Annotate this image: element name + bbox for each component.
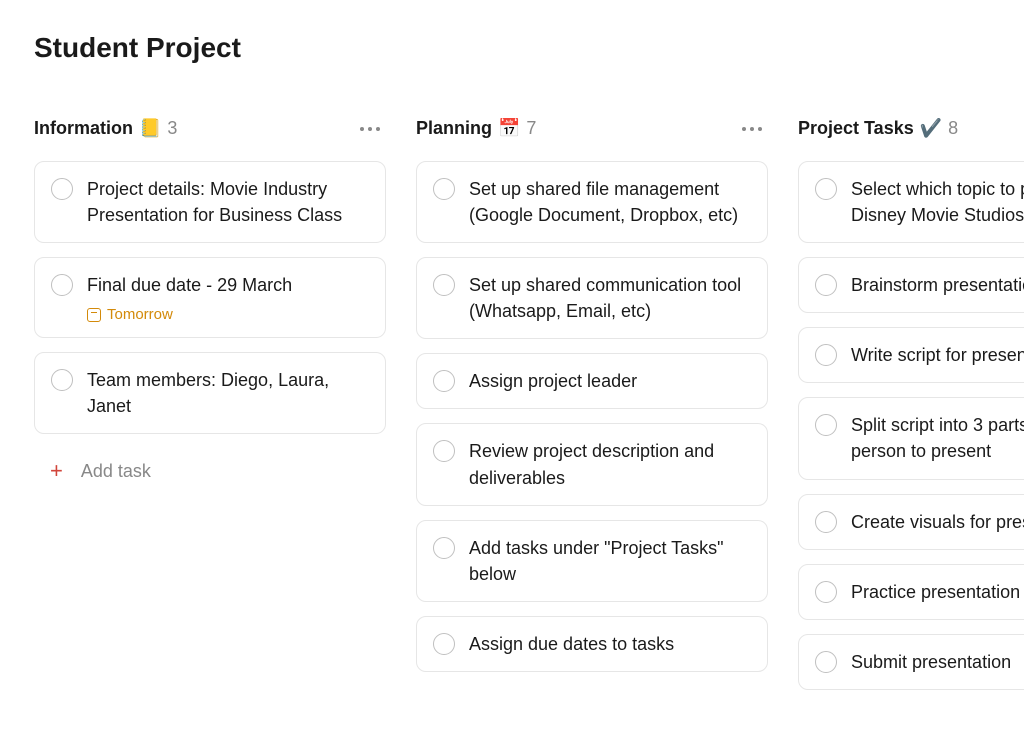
- task-checkbox[interactable]: [815, 414, 837, 436]
- task-checkbox[interactable]: [433, 370, 455, 392]
- task-title: Set up shared communication tool (Whatsa…: [469, 272, 751, 324]
- task-title: Review project description and deliverab…: [469, 438, 751, 490]
- task-title: Submit presentation: [851, 649, 1011, 675]
- task-checkbox[interactable]: [815, 344, 837, 366]
- add-task-label: Add task: [81, 461, 151, 482]
- column-title: Planning: [416, 118, 492, 139]
- task-title: Final due date - 29 March: [87, 272, 292, 298]
- task-card[interactable]: Review project description and deliverab…: [416, 423, 768, 505]
- task-checkbox[interactable]: [815, 511, 837, 533]
- task-card[interactable]: Practice presentation: [798, 564, 1024, 620]
- task-checkbox[interactable]: [433, 440, 455, 462]
- task-card[interactable]: Create visuals for presentation: [798, 494, 1024, 550]
- task-card[interactable]: Set up shared communication tool (Whatsa…: [416, 257, 768, 339]
- task-checkbox[interactable]: [433, 274, 455, 296]
- task-title: Project details: Movie Industry Presenta…: [87, 176, 369, 228]
- task-body: Assign project leader: [469, 368, 637, 394]
- add-task-button[interactable]: + Add task: [34, 448, 386, 494]
- task-card[interactable]: Brainstorm presentation ideas: [798, 257, 1024, 313]
- more-menu-icon[interactable]: [742, 127, 768, 131]
- task-body: Split script into 3 parts for each perso…: [851, 412, 1024, 464]
- column-title: Information: [34, 118, 133, 139]
- task-card[interactable]: Submit presentation: [798, 634, 1024, 690]
- column-count: 8: [948, 118, 958, 139]
- task-card[interactable]: Add tasks under "Project Tasks" below: [416, 520, 768, 602]
- task-checkbox[interactable]: [51, 369, 73, 391]
- task-card[interactable]: Set up shared file management (Google Do…: [416, 161, 768, 243]
- task-checkbox[interactable]: [433, 178, 455, 200]
- task-checkbox[interactable]: [815, 178, 837, 200]
- task-checkbox[interactable]: [815, 651, 837, 673]
- column-header: Project Tasks ✔️ 8: [798, 118, 1024, 139]
- task-body: Team members: Diego, Laura, Janet: [87, 367, 369, 419]
- task-title: Practice presentation: [851, 579, 1020, 605]
- more-menu-icon[interactable]: [360, 127, 386, 131]
- task-card[interactable]: Project details: Movie Industry Presenta…: [34, 161, 386, 243]
- column-header: Planning 📅 7: [416, 118, 768, 139]
- task-card[interactable]: Team members: Diego, Laura, Janet: [34, 352, 386, 434]
- column-title: Project Tasks: [798, 118, 914, 139]
- task-card[interactable]: Assign project leader: [416, 353, 768, 409]
- task-body: Final due date - 29 March Tomorrow: [87, 272, 292, 323]
- task-body: Practice presentation: [851, 579, 1020, 605]
- task-due: Tomorrow: [87, 306, 292, 323]
- task-checkbox[interactable]: [433, 537, 455, 559]
- task-title: Assign project leader: [469, 368, 637, 394]
- task-body: Project details: Movie Industry Presenta…: [87, 176, 369, 228]
- task-body: Review project description and deliverab…: [469, 438, 751, 490]
- task-card[interactable]: Split script into 3 parts for each perso…: [798, 397, 1024, 479]
- column-emoji-icon: 📒: [139, 118, 161, 139]
- task-checkbox[interactable]: [815, 274, 837, 296]
- column: Information 📒 3 Project details: Movie Indu…: [34, 118, 386, 704]
- plus-icon: +: [50, 460, 63, 482]
- calendar-icon: [87, 308, 101, 322]
- task-checkbox[interactable]: [433, 633, 455, 655]
- task-title: Assign due dates to tasks: [469, 631, 674, 657]
- column-emoji-icon: 📅: [498, 118, 520, 139]
- task-title: Set up shared file management (Google Do…: [469, 176, 751, 228]
- task-title: Select which topic to present: Disney Mo…: [851, 176, 1024, 228]
- task-title: Add tasks under "Project Tasks" below: [469, 535, 751, 587]
- task-body: Brainstorm presentation ideas: [851, 272, 1024, 298]
- task-checkbox[interactable]: [51, 274, 73, 296]
- task-body: Select which topic to present: Disney Mo…: [851, 176, 1024, 228]
- task-body: Submit presentation: [851, 649, 1011, 675]
- task-body: Add tasks under "Project Tasks" below: [469, 535, 751, 587]
- task-body: Set up shared communication tool (Whatsa…: [469, 272, 751, 324]
- task-card[interactable]: Select which topic to present: Disney Mo…: [798, 161, 1024, 243]
- task-body: Set up shared file management (Google Do…: [469, 176, 751, 228]
- board: Information 📒 3 Project details: Movie Indu…: [34, 118, 1024, 704]
- task-title: Split script into 3 parts for each perso…: [851, 412, 1024, 464]
- task-body: Create visuals for presentation: [851, 509, 1024, 535]
- task-body: Assign due dates to tasks: [469, 631, 674, 657]
- task-card[interactable]: Final due date - 29 March Tomorrow: [34, 257, 386, 338]
- task-checkbox[interactable]: [51, 178, 73, 200]
- task-checkbox[interactable]: [815, 581, 837, 603]
- task-title: Team members: Diego, Laura, Janet: [87, 367, 369, 419]
- task-title: Create visuals for presentation: [851, 509, 1024, 535]
- task-title: Brainstorm presentation ideas: [851, 272, 1024, 298]
- column-count: 7: [526, 118, 536, 139]
- column-count: 3: [167, 118, 177, 139]
- task-body: Write script for presentation: [851, 342, 1024, 368]
- column-header: Information 📒 3: [34, 118, 386, 139]
- task-title: Write script for presentation: [851, 342, 1024, 368]
- column-emoji-icon: ✔️: [920, 118, 942, 139]
- column: Project Tasks ✔️ 8 Select which topic to pr…: [798, 118, 1024, 704]
- page-title: Student Project: [34, 32, 1024, 64]
- column: Planning 📅 7 Set up shared file management …: [416, 118, 768, 704]
- task-card[interactable]: Write script for presentation: [798, 327, 1024, 383]
- task-card[interactable]: Assign due dates to tasks: [416, 616, 768, 672]
- task-due-label: Tomorrow: [107, 306, 173, 323]
